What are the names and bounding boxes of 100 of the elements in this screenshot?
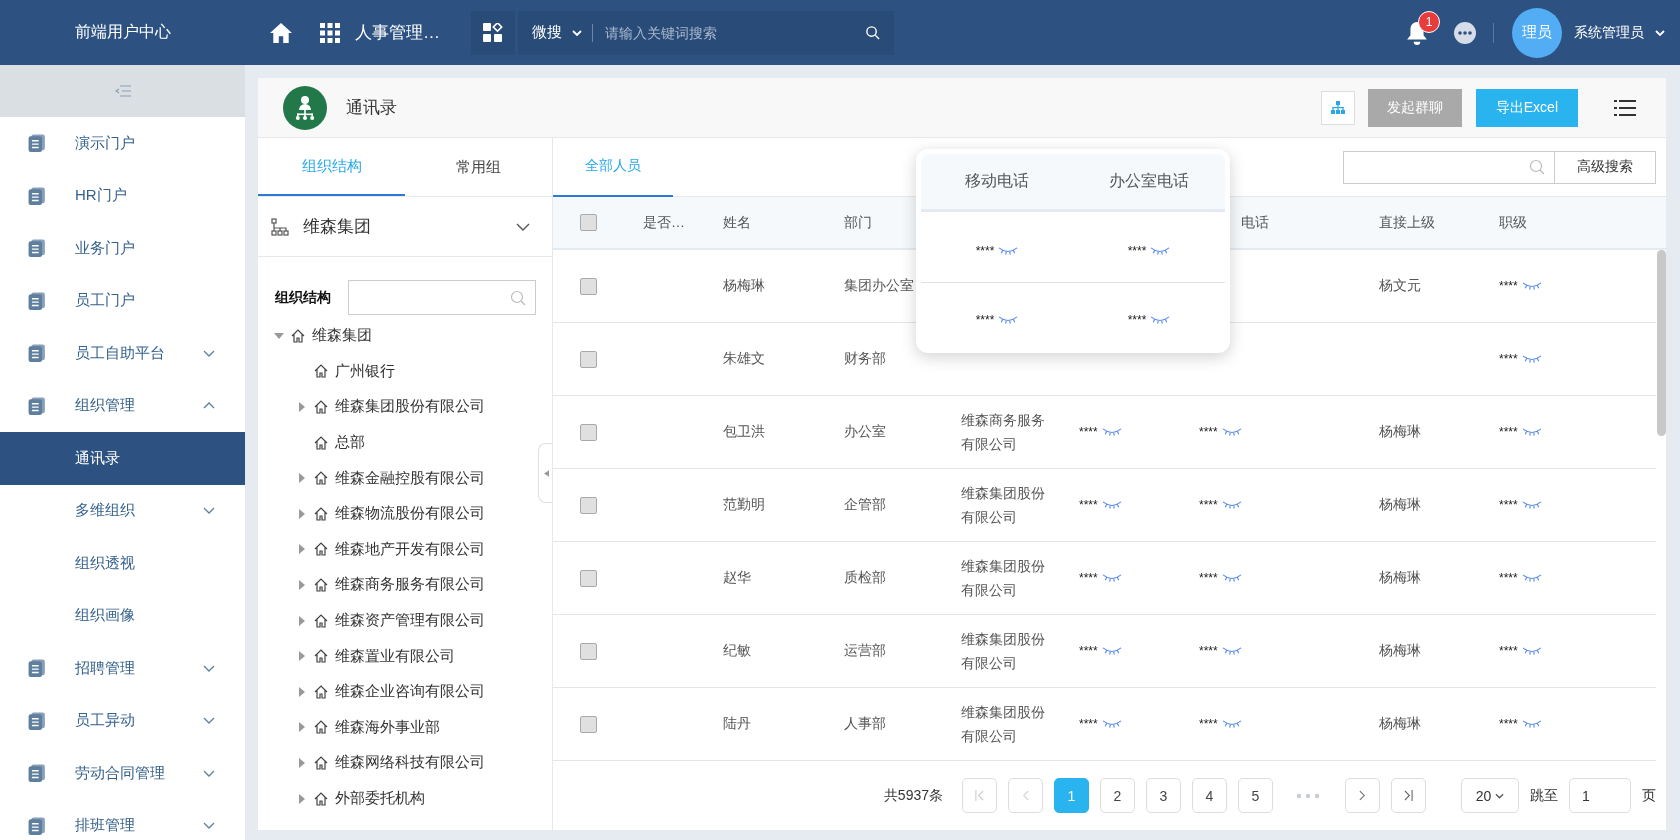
row-checkbox[interactable] (579, 496, 597, 514)
tree-node[interactable]: 广州银行 (335, 361, 395, 381)
tree-node[interactable]: 维森集团 (312, 326, 372, 346)
sidebar-item[interactable]: 员工异动 (0, 694, 245, 747)
closed-eye-icon[interactable] (1221, 500, 1242, 510)
chevron-down-icon[interactable] (203, 769, 215, 777)
org-select[interactable]: 维森集团 (258, 197, 552, 257)
apps-icon[interactable] (483, 22, 503, 43)
caret-right-icon[interactable] (297, 793, 307, 804)
search-field[interactable]: 请输入关键词搜索 (603, 23, 865, 42)
closed-eye-icon[interactable] (1150, 315, 1171, 325)
top-search-bar[interactable]: 微搜 请输入关键词搜索 (518, 10, 894, 55)
closed-eye-icon[interactable] (1221, 719, 1242, 729)
tree-node[interactable]: 维森置业有限公司 (335, 646, 455, 666)
select-all-checkbox[interactable] (579, 214, 597, 231)
scrollbar-thumb[interactable] (1657, 250, 1666, 436)
closed-eye-icon[interactable] (1221, 573, 1242, 583)
caret-right-icon[interactable] (297, 508, 307, 519)
sidebar-item[interactable]: 组织画像 (0, 589, 245, 642)
advanced-search-button[interactable]: 高级搜索 (1555, 150, 1656, 184)
caret-right-icon[interactable] (297, 686, 307, 697)
sidebar-item[interactable]: 组织透视 (0, 537, 245, 590)
page-button[interactable]: 4 (1192, 778, 1227, 813)
tree-node[interactable]: 维森地产开发有限公司 (335, 539, 485, 559)
caret-left-icon[interactable] (543, 469, 549, 477)
closed-eye-icon[interactable] (1521, 646, 1542, 656)
tree-node[interactable]: 维森企业咨询有限公司 (335, 682, 485, 702)
sidebar-item[interactable]: HR门户 (0, 169, 245, 222)
collapse-handle[interactable] (538, 443, 552, 503)
chevron-down-icon[interactable] (203, 717, 215, 725)
more-icon[interactable] (1454, 21, 1476, 44)
closed-eye-icon[interactable] (998, 315, 1019, 325)
sidebar-item[interactable]: 排班管理 (0, 799, 245, 840)
tree-node[interactable]: 总部 (335, 433, 365, 453)
page-button[interactable]: 2 (1100, 778, 1135, 813)
chevron-down-icon[interactable] (1495, 792, 1505, 799)
closed-eye-icon[interactable] (1521, 719, 1542, 729)
sidebar-item[interactable]: 员工门户 (0, 274, 245, 327)
row-checkbox[interactable] (579, 715, 597, 733)
closed-eye-icon[interactable] (998, 246, 1019, 256)
column-header[interactable]: 电话 (1241, 213, 1269, 230)
tree-node[interactable]: 维森海外事业部 (335, 717, 440, 737)
home-icon[interactable] (270, 22, 292, 43)
closed-eye-icon[interactable] (1101, 646, 1122, 656)
list-icon[interactable] (1614, 98, 1636, 117)
sidebar-item[interactable]: 招聘管理 (0, 642, 245, 695)
closed-eye-icon[interactable] (1521, 354, 1542, 364)
tree-node[interactable]: 维森资产管理有限公司 (335, 611, 485, 631)
closed-eye-icon[interactable] (1101, 719, 1122, 729)
search-scope-label[interactable]: 微搜 (532, 23, 562, 42)
page-button[interactable]: 3 (1146, 778, 1181, 813)
chevron-up-icon[interactable] (203, 402, 215, 410)
caret-right-icon[interactable] (297, 615, 307, 626)
tree-node[interactable]: 外部委托机构 (335, 789, 425, 808)
module-title[interactable]: 人事管理… (355, 21, 465, 44)
column-header[interactable]: 部门 (844, 213, 872, 230)
last-page-icon[interactable] (1404, 790, 1413, 801)
closed-eye-icon[interactable] (1521, 427, 1542, 437)
user-name[interactable]: 系统管理员 (1574, 23, 1644, 42)
closed-eye-icon[interactable] (1221, 427, 1242, 437)
sidebar-item[interactable]: 演示门户 (0, 117, 245, 170)
closed-eye-icon[interactable] (1101, 573, 1122, 583)
caret-right-icon[interactable] (297, 579, 307, 590)
closed-eye-icon[interactable] (1221, 646, 1242, 656)
bell-icon[interactable] (1406, 20, 1428, 45)
tab[interactable]: 常用组 (405, 138, 552, 196)
first-page-icon[interactable] (975, 790, 984, 801)
chevron-down-icon[interactable] (203, 822, 215, 830)
hierarchy-icon[interactable] (1330, 100, 1345, 115)
collapse-menu-icon[interactable] (114, 85, 131, 97)
page-button[interactable]: 5 (1238, 778, 1273, 813)
sidebar-item[interactable]: 员工自助平台 (0, 327, 245, 380)
row-checkbox[interactable] (579, 350, 597, 368)
page-size-select[interactable]: 20 (1461, 778, 1519, 813)
tree-node[interactable]: 维森物流股份有限公司 (335, 504, 485, 524)
chevron-down-icon[interactable] (203, 349, 215, 357)
row-checkbox[interactable] (579, 277, 597, 295)
chevron-down-icon[interactable] (516, 222, 530, 231)
people-search-field[interactable] (1343, 150, 1555, 184)
row-checkbox[interactable] (579, 642, 597, 660)
caret-right-icon[interactable] (297, 722, 307, 733)
chevron-down-icon[interactable] (203, 507, 215, 515)
caret-right-icon[interactable] (297, 651, 307, 662)
tree-node[interactable]: 维森网络科技有限公司 (335, 753, 485, 773)
grid-icon[interactable] (320, 22, 340, 43)
tree-node[interactable]: 维森金融控股有限公司 (335, 468, 485, 488)
tree-search-field[interactable] (348, 280, 536, 315)
sidebar-item[interactable]: 劳动合同管理 (0, 747, 245, 800)
search-icon[interactable] (865, 25, 880, 40)
closed-eye-icon[interactable] (1101, 427, 1122, 437)
caret-right-icon[interactable] (297, 473, 307, 484)
closed-eye-icon[interactable] (1150, 246, 1171, 256)
sidebar-item[interactable]: 业务门户 (0, 222, 245, 275)
closed-eye-icon[interactable] (1521, 500, 1542, 510)
tree-node[interactable]: 维森集团股份有限公司 (335, 397, 485, 417)
sidebar-item[interactable]: 组织管理 (0, 379, 245, 432)
apps-button[interactable] (471, 10, 515, 55)
caret-right-icon[interactable] (297, 757, 307, 768)
closed-eye-icon[interactable] (1521, 573, 1542, 583)
chevron-right-icon[interactable] (1359, 790, 1366, 801)
